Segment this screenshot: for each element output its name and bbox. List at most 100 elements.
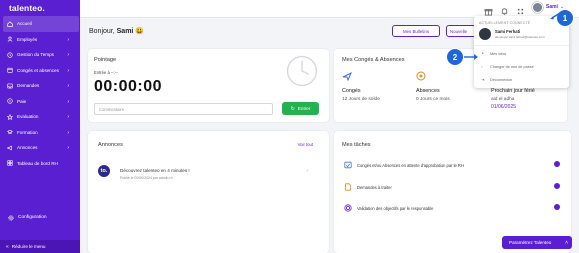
dropdown-section-label: ACTUELLEMENT CONNECTÉ [479,21,531,25]
taches-title: Mes tâches [342,142,371,148]
annotation-arrow-2 [464,54,478,60]
holiday-label: Prochain jour férié [491,88,535,94]
target-icon [344,204,352,212]
menu-item-label: Changer de mot de passe [490,64,534,69]
header-user-name[interactable]: Sami [546,4,558,10]
my-payslips-button[interactable]: Mes Bulletins [392,25,440,37]
sidebar-item-label: Evaluation [17,114,39,120]
entry-time-label: Entrée à --:-- [94,70,118,75]
calendar-check-icon [344,161,352,169]
chevron-right-icon: › [67,52,69,58]
greeting-prefix: Bonjour, [89,28,115,35]
greeting-emoji: 😃 [135,28,145,35]
sidebar-item-label: Employés [17,36,38,42]
sidebar-item-paie[interactable]: Paie › [3,94,79,110]
voir-tout-link[interactable]: Voir tout [298,142,313,147]
task-item[interactable]: Validation des objectifs par le responsa… [344,203,560,213]
task-item[interactable]: Demandes à traiter [344,182,560,192]
dropdown-user-name: Sami Ferhati [495,29,521,34]
chevron-right-icon: › [67,114,69,120]
app-logo[interactable]: talenteo. [9,3,45,13]
absences-balance[interactable]: Absences 0 Jours ce mois [416,71,450,102]
task-text: Demandes à traiter [357,184,392,190]
chevron-right-icon: › [67,67,69,74]
chevron-right-icon: › [67,83,69,89]
clock-icon [7,52,13,58]
grid-icon[interactable] [516,3,525,15]
conges-value: 12 Jours de solde [342,97,380,102]
chevron-right-icon: › [67,145,69,151]
enter-label: Entrer [297,106,311,111]
chevron-down-icon[interactable]: ⌄ [560,4,564,10]
conges-balance[interactable]: Congés 12 Jours de solde [342,71,380,102]
task-count-badge [554,161,560,167]
sidebar-nav: Accueil Employés › Gestion du Temps › Co… [3,16,79,171]
star-icon [7,113,13,120]
timer-display: 00:00:00 [94,78,163,95]
plane-icon [342,71,352,82]
sidebar-item-label: Paie [17,98,27,104]
comment-input[interactable]: Commentaire [94,103,273,115]
clock-illustration-icon [286,55,318,87]
absences-label: Absences [416,88,440,94]
money-icon [7,98,13,104]
chevron-right-icon: › [67,98,69,105]
divider [474,45,569,46]
avatar[interactable] [532,2,543,13]
dashboard-icon [7,160,13,166]
chevron-right-icon: › [67,129,69,136]
reduce-menu-label: Réduire le menu [11,244,46,249]
sidebar-item-label: Demandes [17,83,40,89]
sidebar-item-demandes[interactable]: Demandes › [3,78,79,94]
sidebar-item-tableau-bord[interactable]: Tableau de bord RH [3,156,79,172]
gear-icon [7,214,14,221]
sidebar-item-label: Annonces [17,145,38,151]
sidebar-item-evaluation[interactable]: Evaluation › [3,109,79,125]
new-request-button[interactable]: Nouvelle [446,25,476,37]
person-icon: ⚬ [481,51,485,56]
inbox-icon [7,83,13,89]
holiday-name: aid el adha [491,97,515,102]
annonces-card: Annonces Voir tout to. Découvrez talente… [88,131,329,253]
sidebar: talenteo. Accueil Employés › Gestion du … [0,0,80,253]
menu-item-label: Mes infos [490,51,507,56]
sidebar-item-formation[interactable]: Formation › [3,125,79,141]
reduce-menu-button[interactable]: « Réduire le menu [0,240,80,253]
lock-icon: ▫ [481,64,483,69]
sidebar-item-conges[interactable]: Congés et absences › [3,63,79,79]
list-item[interactable]: to. Découvrez talenteo en 4 minutes ! Pu… [98,165,308,183]
menu-item-change-password[interactable]: ▫ Changer de mot de passe [481,64,534,69]
annonce-title: Découvrez talenteo en 4 minutes ! [120,168,190,173]
user-dropdown-menu: ACTUELLEMENT CONNECTÉ Sami Ferhati devel… [474,16,569,88]
chevron-up-icon: ˄ [565,239,568,246]
logout-icon: ⇥ [481,77,485,82]
holiday-date: 01/06/2025 [491,104,517,110]
menu-item-logout[interactable]: ⇥ Déconnexion [481,77,512,82]
enter-button[interactable]: ↻ Entrer [282,102,319,115]
payslips-label: Mes Bulletins [402,28,430,34]
task-item[interactable]: Congés et/ou Absences en attente d'appro… [344,160,560,170]
task-text: Congés et/ou Absences en attente d'appro… [357,162,464,168]
setup-talenteo-button[interactable]: Paramétrez Talenteo ˄ [502,236,572,249]
calendar-icon [7,67,13,73]
sidebar-item-gestion-temps[interactable]: Gestion du Temps › [3,47,79,63]
sidebar-item-accueil[interactable]: Accueil [3,16,79,32]
document-icon [345,183,351,191]
sidebar-item-label: Formation [17,129,38,135]
menu-item-mes-infos[interactable]: ⚬ Mes infos [481,51,506,56]
sidebar-item-label: Congés et absences [17,67,59,73]
sidebar-item-annonces[interactable]: Annonces › [3,140,79,156]
task-text: Validation des objectifs par le responsa… [357,205,434,211]
annonce-logo: to. [98,165,110,177]
gift-icon[interactable] [484,3,493,16]
new-request-label: Nouvelle [450,28,468,34]
annotation-badge-2: 2 [447,49,463,65]
bell-icon[interactable] [500,3,509,15]
sidebar-item-configuration[interactable]: Configuration [7,214,47,221]
chevron-right-icon: › [67,36,69,43]
conges-title: Mes Congés & Absences [342,57,405,63]
double-chevron-left-icon: « [6,243,9,250]
avatar [479,28,491,40]
menu-item-label: Déconnexion [490,77,513,82]
sidebar-item-employes[interactable]: Employés › [3,32,79,48]
